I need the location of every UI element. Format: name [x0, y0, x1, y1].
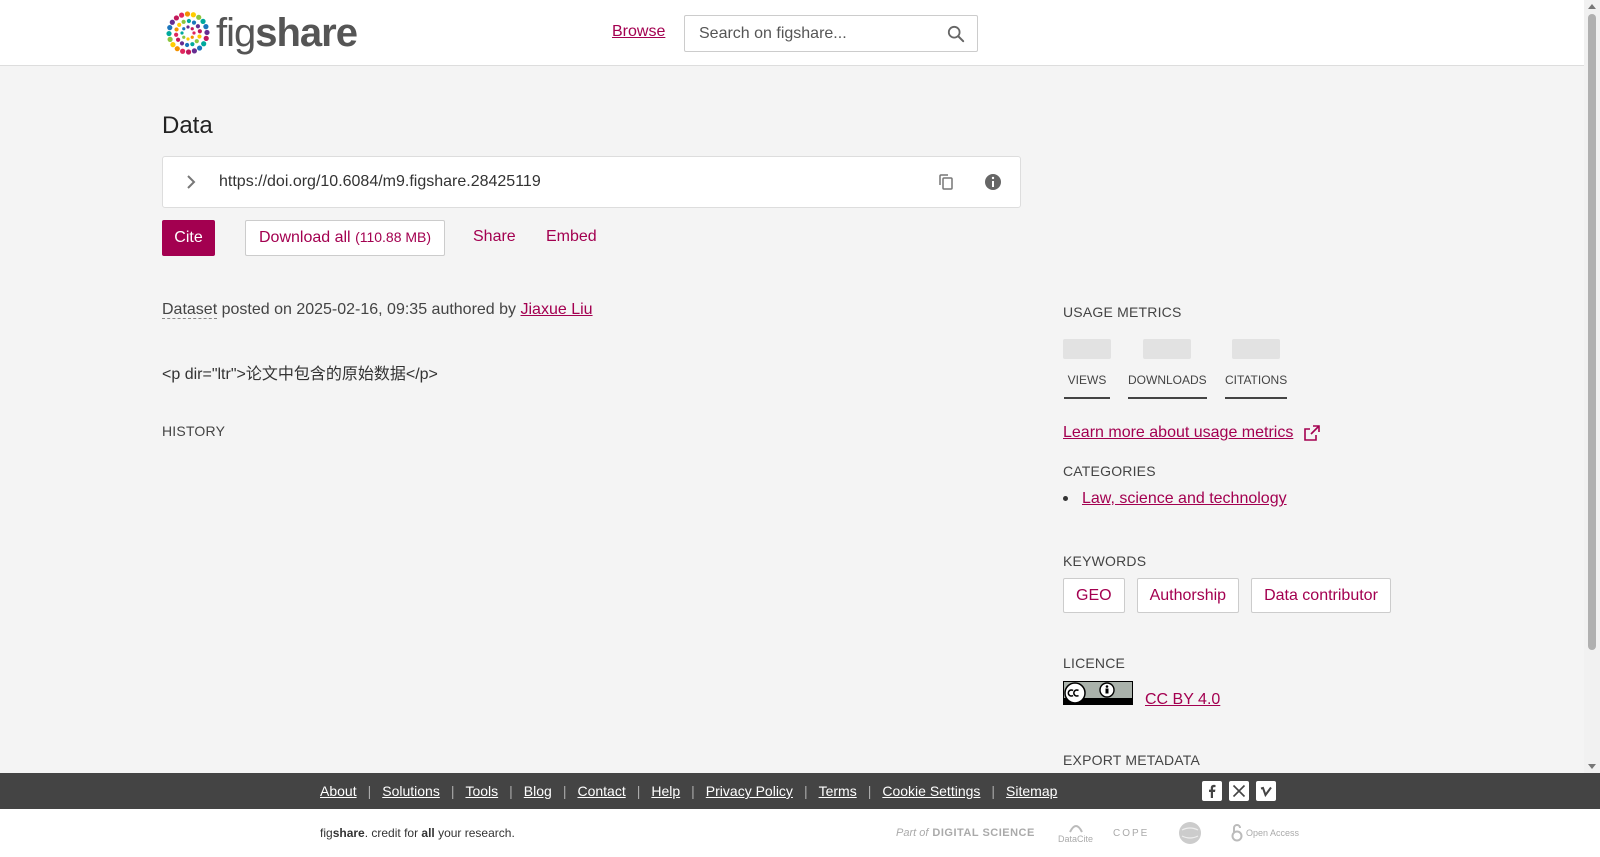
footer-link-cookie-settings[interactable]: Cookie Settings: [882, 783, 980, 799]
item-description: <p dir="ltr">论文中包含的原始数据</p>: [162, 366, 438, 383]
metric-views[interactable]: VIEWS: [1063, 339, 1111, 399]
category-link[interactable]: Law, science and technology: [1082, 490, 1287, 507]
doi-link[interactable]: https://doi.org/10.6084/m9.figshare.2842…: [219, 173, 541, 191]
bullet-icon: [1063, 496, 1068, 502]
learn-more-usage-link[interactable]: Learn more about usage metrics: [1063, 424, 1321, 442]
export-metadata-heading: EXPORT METADATA: [1063, 752, 1201, 768]
footer-separator: |: [562, 783, 567, 799]
footer-bottom: figshare. credit for all your research. …: [0, 809, 1600, 857]
footer-link-solutions[interactable]: Solutions: [382, 783, 440, 799]
datacite-icon: [1068, 825, 1083, 833]
learn-more-label: Learn more about usage metrics: [1063, 424, 1294, 441]
footer-link-tools[interactable]: Tools: [465, 783, 498, 799]
footer-nav: About | Solutions | Tools | Blog | Contact | …: [0, 773, 1600, 809]
vimeo-icon[interactable]: [1256, 781, 1276, 801]
keywords-list: GEO Authorship Data contributor: [1063, 578, 1391, 613]
metric-downloads-placeholder: [1143, 339, 1192, 359]
datacite-logo[interactable]: DataCite: [1058, 821, 1093, 845]
external-link-icon: [1304, 425, 1321, 441]
footer-separator: |: [803, 783, 808, 799]
download-label: Download all: [259, 229, 351, 246]
footer-separator: |: [636, 783, 641, 799]
footer-separator: |: [509, 783, 513, 799]
footer-link-blog[interactable]: Blog: [524, 783, 552, 799]
search-box: [684, 15, 978, 52]
footer-separator: |: [867, 783, 872, 799]
download-size: (110.88 MB): [355, 229, 432, 245]
keyword-tag[interactable]: GEO: [1063, 578, 1125, 613]
scroll-up-arrow-icon[interactable]: [1588, 4, 1596, 9]
cite-button[interactable]: Cite: [162, 220, 215, 256]
x-twitter-icon[interactable]: [1229, 781, 1249, 801]
logo-wordmark: figshare: [216, 11, 358, 55]
facebook-icon[interactable]: [1202, 781, 1222, 801]
footer-tagline: figshare. credit for all your research.: [320, 826, 515, 840]
keyword-tag[interactable]: Authorship: [1136, 578, 1240, 613]
footer-separator: |: [367, 783, 372, 799]
footer-link-terms[interactable]: Terms: [819, 783, 857, 799]
categories-heading: CATEGORIES: [1063, 463, 1156, 479]
footer-separator: |: [450, 783, 455, 799]
browse-link[interactable]: Browse: [612, 23, 665, 41]
item-type: Dataset: [162, 301, 218, 319]
history-heading: HISTORY: [162, 423, 226, 439]
figshare-logo[interactable]: figshare: [162, 7, 358, 59]
download-all-button[interactable]: Download all (110.88 MB): [245, 220, 446, 256]
footer-link-sitemap[interactable]: Sitemap: [1006, 783, 1057, 799]
globe-logo-icon[interactable]: [1178, 821, 1202, 845]
metric-citations-label: CITATIONS: [1225, 373, 1288, 399]
item-title: Data: [162, 112, 213, 139]
metric-views-placeholder: [1063, 339, 1111, 359]
scroll-down-arrow-icon[interactable]: [1588, 764, 1596, 769]
usage-metrics-heading: USAGE METRICS: [1063, 304, 1182, 320]
footer-separator: |: [691, 783, 695, 799]
footer-link-help[interactable]: Help: [651, 783, 680, 799]
search-input[interactable]: [685, 16, 935, 51]
metric-downloads[interactable]: DOWNLOADS: [1128, 339, 1207, 399]
open-access-logo[interactable]: Open Access: [1231, 821, 1299, 845]
footer-link-privacy[interactable]: Privacy Policy: [706, 783, 793, 799]
share-button[interactable]: Share: [473, 228, 516, 246]
search-icon[interactable]: [947, 25, 965, 43]
metric-views-label: VIEWS: [1063, 373, 1111, 399]
copy-icon[interactable]: [936, 172, 956, 192]
social-links: [1202, 781, 1276, 801]
metric-downloads-label: DOWNLOADS: [1128, 373, 1207, 399]
metric-citations[interactable]: CITATIONS: [1225, 339, 1288, 399]
page-scrollbar[interactable]: [1584, 0, 1600, 773]
footer-separator: |: [991, 783, 996, 799]
embed-button[interactable]: Embed: [546, 228, 597, 246]
figshare-logo-mark-icon: [166, 11, 210, 55]
posted-text: posted on 2025-02-16, 09:35 authored by: [221, 301, 517, 318]
keyword-tag[interactable]: Data contributor: [1251, 578, 1391, 613]
author-link[interactable]: Jiaxue Liu: [521, 301, 593, 318]
footer-links: About | Solutions | Tools | Blog | Contact | …: [320, 783, 1057, 799]
keywords-heading: KEYWORDS: [1063, 553, 1147, 569]
licence-heading: LICENCE: [1063, 655, 1126, 671]
info-icon[interactable]: [983, 172, 1003, 192]
scroll-thumb[interactable]: [1588, 14, 1596, 650]
chevron-right-icon[interactable]: [181, 172, 201, 192]
cc-by-badge-icon[interactable]: [1063, 681, 1133, 705]
doi-bar: https://doi.org/10.6084/m9.figshare.2842…: [162, 156, 1021, 208]
footer-link-contact[interactable]: Contact: [577, 783, 625, 799]
item-meta: Dataset posted on 2025-02-16, 09:35 auth…: [162, 301, 593, 319]
open-access-icon: [1231, 824, 1243, 842]
digital-science-logo[interactable]: Part of DIGITAL SCIENCE: [896, 821, 1035, 845]
site-header: figshare Browse: [0, 0, 1584, 66]
licence-link[interactable]: CC BY 4.0: [1145, 691, 1220, 709]
metric-citations-placeholder: [1232, 339, 1281, 359]
cope-logo[interactable]: COPE: [1113, 821, 1149, 845]
footer-link-about[interactable]: About: [320, 783, 357, 799]
category-item: Law, science and technology: [1063, 490, 1287, 508]
